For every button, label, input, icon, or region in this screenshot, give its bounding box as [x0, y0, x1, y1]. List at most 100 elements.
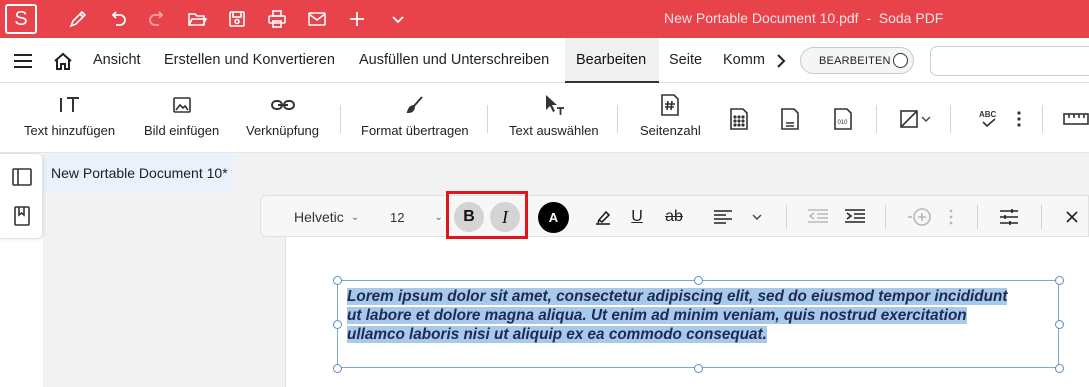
ribbon-divider [876, 105, 877, 133]
link-button[interactable]: Verknüpfung [246, 91, 319, 138]
edit-mode-toggle[interactable]: BEARBEITEN [800, 47, 914, 74]
close-icon[interactable] [1061, 206, 1083, 228]
app-logo[interactable]: S [5, 4, 37, 34]
underline-icon[interactable]: U [627, 206, 647, 228]
resize-handle-bottom[interactable] [694, 364, 703, 373]
resize-handle-left[interactable] [333, 320, 342, 329]
selected-text-content[interactable]: Lorem ipsum dolor sit amet, consectetur … [347, 287, 1047, 344]
add-list-icon [905, 206, 935, 228]
window-title: New Portable Document 10.pdf - Soda PDF [664, 10, 944, 26]
resize-handle-top-right[interactable] [1055, 276, 1064, 285]
svg-text:ABC: ABC [979, 110, 997, 119]
ruler-icon[interactable] [1062, 105, 1089, 133]
align-dropdown-chevron-icon[interactable] [749, 206, 765, 228]
toggle-circle-icon [893, 53, 908, 68]
select-text-button[interactable]: Text auswählen [509, 91, 599, 138]
mail-icon[interactable] [303, 5, 331, 33]
link-label: Verknüpfung [246, 123, 320, 138]
watermark-dropdown-chevron-icon[interactable] [918, 105, 934, 133]
page-number-label: Seitenzahl [640, 123, 701, 138]
ribbon-divider [950, 105, 951, 133]
add-text-icon [58, 91, 82, 119]
title-bar: S New Portable Document 10.pdf - Soda PD… [0, 0, 1089, 38]
bookmark-icon[interactable] [12, 206, 32, 226]
resize-handle-bottom-right[interactable] [1055, 364, 1064, 373]
add-image-label: Bild einfügen [144, 123, 220, 138]
link-icon [270, 91, 296, 119]
ribbon-divider [617, 105, 618, 133]
font-family-select[interactable]: Helvetic ⌄ [294, 206, 359, 228]
format-painter-label: Format übertragen [361, 123, 469, 138]
new-icon[interactable] [343, 5, 371, 33]
toolbar-divider [786, 205, 787, 229]
image-icon [172, 91, 192, 119]
search-input[interactable] [930, 46, 1089, 76]
toolbar-divider [1041, 205, 1042, 229]
toolbar-divider [977, 205, 978, 229]
tab-seite[interactable]: Seite [669, 52, 702, 68]
document-tab[interactable]: New Portable Document 10* [43, 153, 233, 193]
pen-icon[interactable] [64, 5, 92, 33]
increase-indent-icon[interactable] [843, 206, 867, 228]
select-text-cursor-icon [542, 91, 566, 119]
text-format-toolbar: Helvetic ⌄ 12 ⌄ B I A U ab [260, 195, 1089, 237]
tab-ansicht[interactable]: Ansicht [93, 52, 141, 68]
format-painter-button[interactable]: Format übertragen [361, 91, 469, 138]
paintbrush-icon [404, 91, 426, 119]
tab-kommentieren[interactable]: Komm [723, 52, 765, 68]
toolbar-divider [885, 205, 886, 229]
text-line: ullamco laboris nisi ut aliquip ex ea co… [347, 326, 767, 343]
font-family-value: Helvetic [294, 209, 344, 225]
ribbon-divider [487, 105, 488, 133]
page-number-button[interactable]: Seitenzahl [640, 91, 701, 138]
text-color-button[interactable]: A [538, 202, 569, 233]
tab-ausfuellen-unterschreiben[interactable]: Ausfüllen und Unterschreiben [359, 52, 549, 68]
ribbon-divider [340, 105, 341, 133]
select-text-label: Text auswählen [509, 123, 599, 138]
font-size-value: 12 [390, 209, 405, 225]
text-line: ut labore et dolore magna aliqua. Ut eni… [347, 307, 967, 324]
add-image-button[interactable]: Bild einfügen [144, 91, 219, 138]
chevron-down-icon: ⌄ [434, 211, 443, 223]
redo-icon[interactable] [143, 5, 171, 33]
tab-bearbeiten[interactable]: Bearbeiten [576, 52, 646, 68]
resize-handle-top[interactable] [694, 276, 703, 285]
text-line: Lorem ipsum dolor sit amet, consectetur … [347, 288, 1008, 305]
undo-icon[interactable] [104, 5, 132, 33]
highlight-icon[interactable] [591, 206, 615, 228]
add-text-label: Text hinzufügen [24, 123, 116, 138]
spellcheck-icon[interactable]: ABC [975, 105, 1003, 133]
bates-number-icon[interactable]: 010 [829, 105, 857, 133]
bates-numbering-icon[interactable] [725, 105, 753, 133]
more-options-icon[interactable] [1009, 105, 1029, 133]
decrease-indent-icon [806, 206, 830, 228]
resize-handle-top-left[interactable] [333, 276, 342, 285]
header-footer-icon[interactable] [776, 105, 804, 133]
page-number-icon [659, 91, 681, 119]
svg-text:010: 010 [838, 120, 849, 126]
settings-sliders-icon[interactable] [997, 206, 1021, 228]
align-left-icon[interactable] [711, 206, 735, 228]
home-icon[interactable] [52, 50, 74, 72]
ribbon-divider [1042, 105, 1043, 133]
left-side-panel [0, 153, 43, 239]
open-folder-icon[interactable] [183, 5, 211, 33]
save-icon[interactable] [223, 5, 251, 33]
resize-handle-right[interactable] [1055, 320, 1064, 329]
more-format-options-icon [945, 206, 957, 228]
more-chevron-icon[interactable] [384, 5, 412, 33]
add-text-button[interactable]: Text hinzufügen [24, 91, 115, 138]
chevron-down-icon: ⌄ [350, 211, 360, 223]
ribbon-toolbar: Text hinzufügen Bild einfügen Verknüpfun… [0, 83, 1089, 153]
tab-erstellen-konvertieren[interactable]: Erstellen und Konvertieren [164, 52, 335, 68]
panel-toggle-icon[interactable] [12, 167, 32, 187]
hamburger-menu-icon[interactable] [12, 50, 34, 72]
edit-mode-label: BEARBEITEN [819, 54, 891, 67]
resize-handle-bottom-left[interactable] [333, 364, 342, 373]
tabs-scroll-right-icon[interactable] [770, 50, 792, 72]
menu-bar: Ansicht Erstellen und Konvertieren Ausfü… [0, 38, 1089, 83]
bold-italic-highlight-frame [446, 191, 528, 239]
font-size-select[interactable]: 12 ⌄ [390, 206, 443, 228]
strikethrough-icon[interactable]: ab [662, 206, 686, 228]
print-icon[interactable] [263, 5, 291, 33]
